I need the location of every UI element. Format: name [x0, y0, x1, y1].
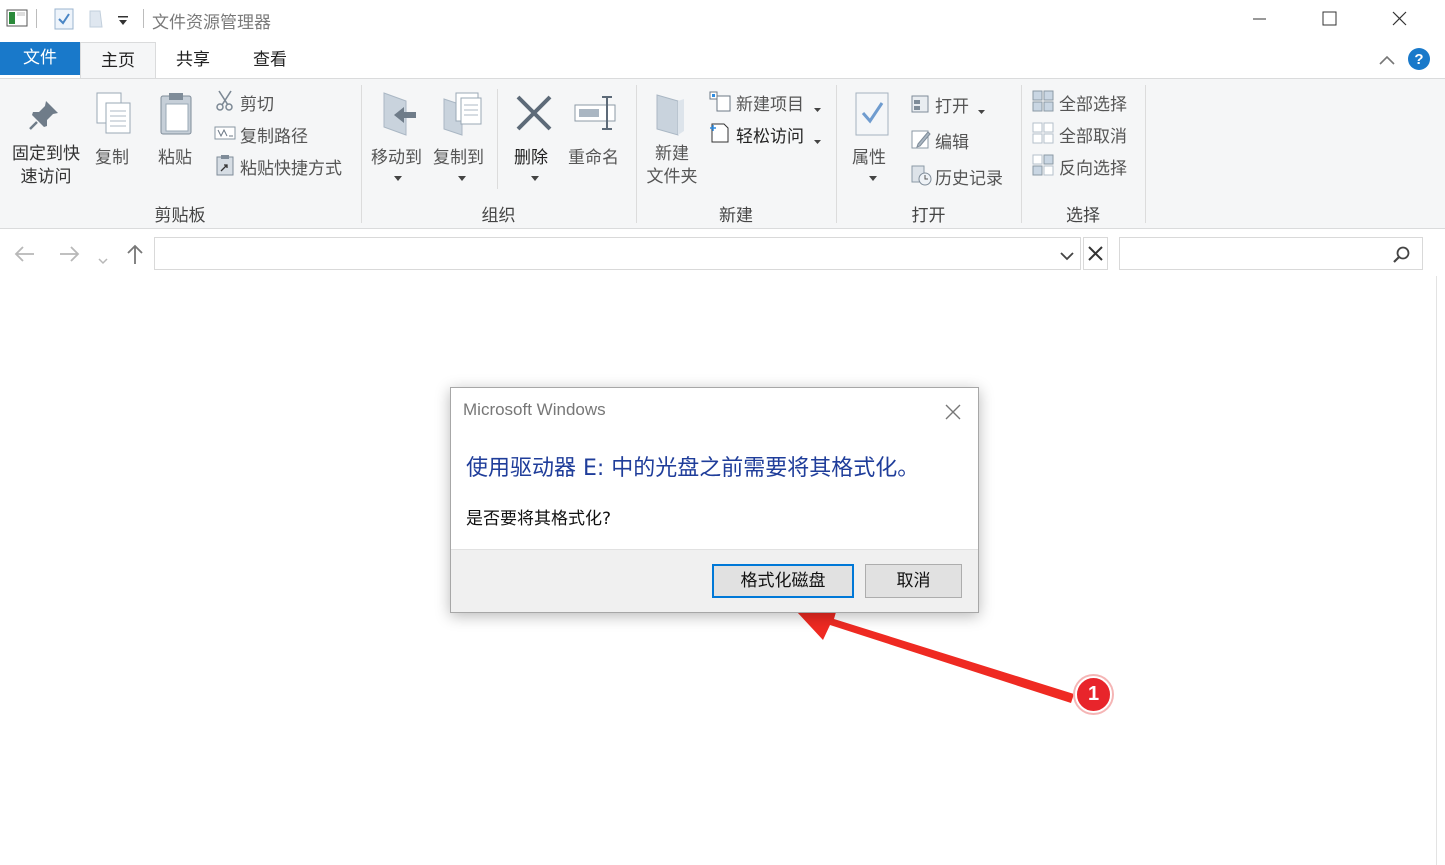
dialog-button-bar: 格式化磁盘 取消: [451, 549, 978, 612]
dialog-message: 使用驱动器 E: 中的光盘之前需要将其格式化。: [466, 456, 920, 481]
cancel-button[interactable]: 取消: [865, 564, 962, 598]
step-badge: 1: [1075, 676, 1112, 713]
format-disk-dialog: Microsoft Windows 使用驱动器 E: 中的光盘之前需要将其格式化…: [450, 387, 979, 613]
dialog-question: 是否要将其格式化?: [466, 509, 612, 529]
format-disk-button[interactable]: 格式化磁盘: [712, 564, 854, 598]
dialog-title: Microsoft Windows: [463, 400, 606, 419]
dialog-close-icon[interactable]: [941, 400, 965, 424]
